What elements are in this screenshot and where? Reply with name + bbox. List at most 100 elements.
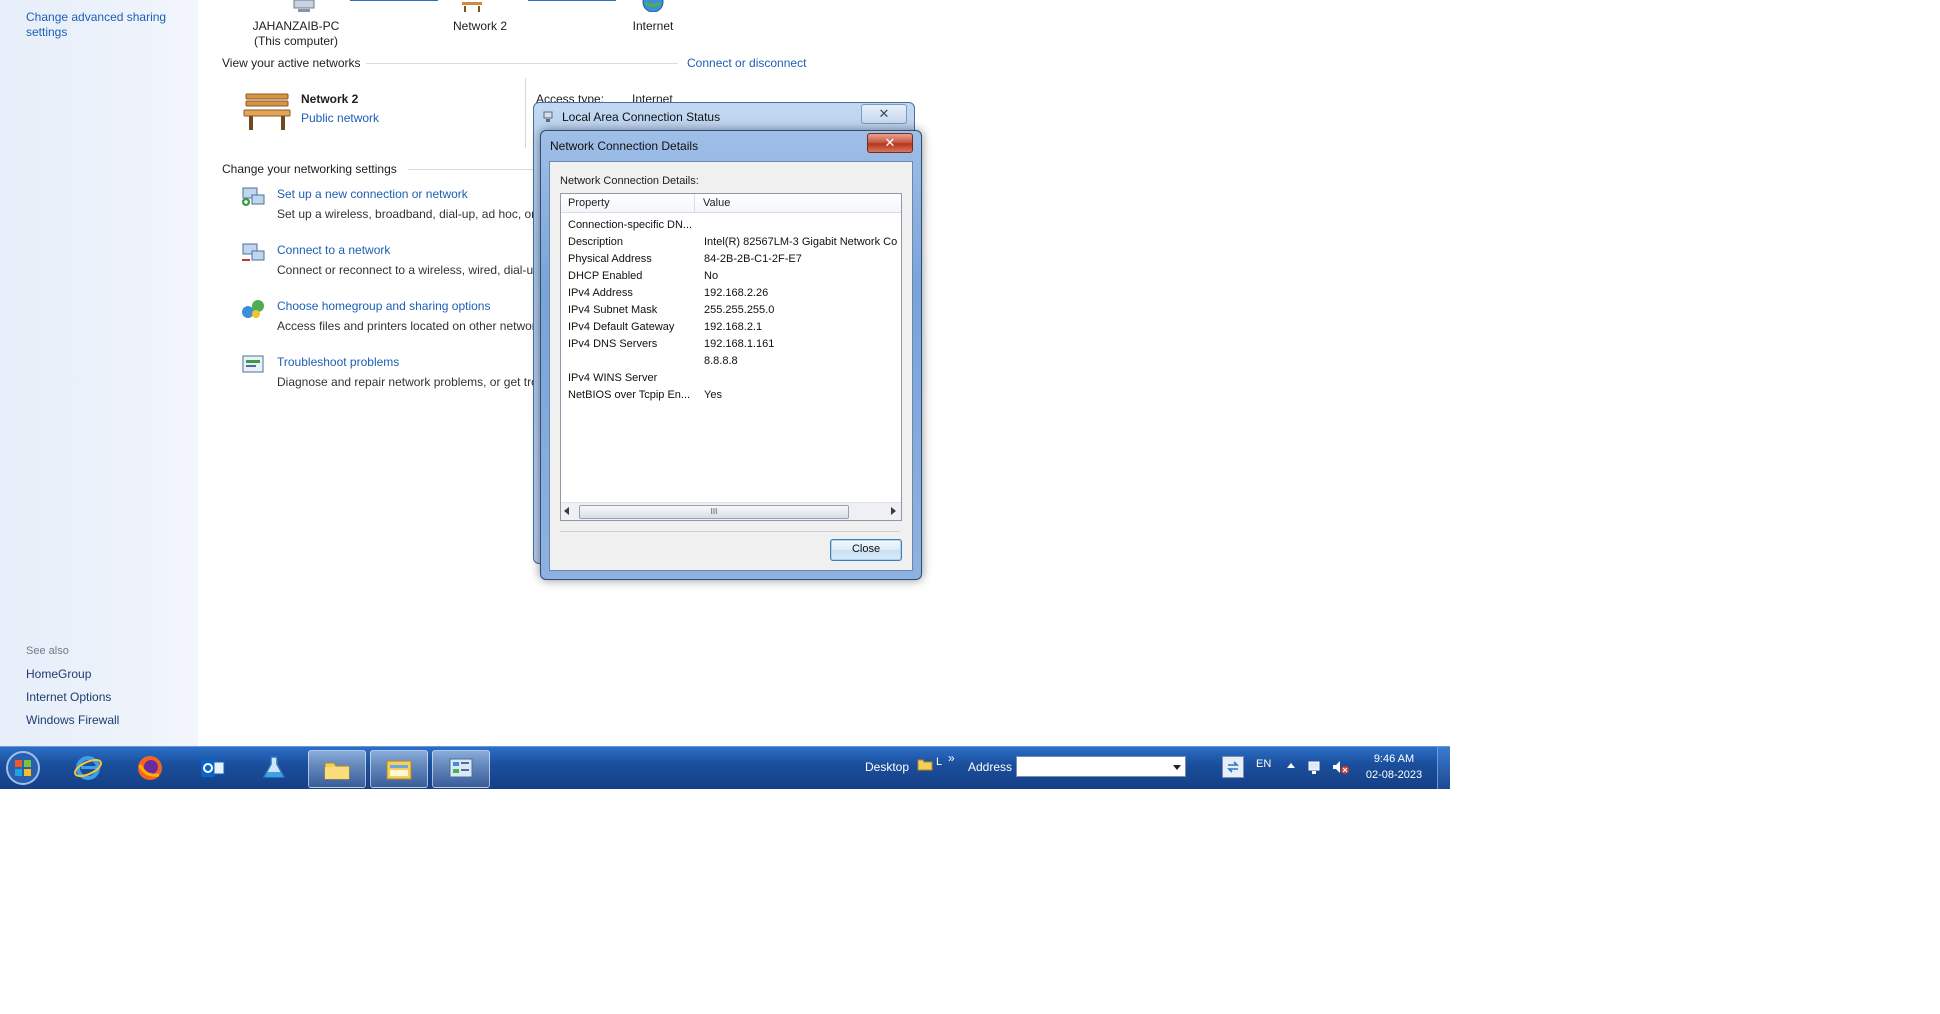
row-property: IPv4 Address: [568, 287, 633, 299]
advanced-sharing-line1: Change advanced sharing: [26, 10, 167, 24]
homegroup-sharing-desc: Access files and printers located on oth…: [277, 319, 536, 333]
advanced-sharing-line2: settings: [26, 25, 68, 39]
taskbar-flask-app[interactable]: [246, 750, 302, 786]
column-header-property[interactable]: Property: [568, 197, 610, 209]
details-window-client-area: Network Connection Details: Property Val…: [549, 161, 913, 571]
see-also-homegroup-link[interactable]: HomeGroup: [26, 667, 91, 681]
table-row[interactable]: IPv4 WINS Server: [568, 372, 704, 384]
connect-or-disconnect-link[interactable]: Connect or disconnect: [687, 56, 806, 70]
horizontal-scrollbar[interactable]: III: [561, 502, 901, 520]
connect-network-icon: [240, 242, 266, 264]
networking-settings-heading: Change your networking settings: [222, 162, 397, 176]
table-row[interactable]: 8.8.8.8: [568, 355, 738, 367]
row-property: IPv4 WINS Server: [568, 372, 658, 384]
show-desktop-button[interactable]: [1437, 747, 1450, 789]
active-network-name: Network 2: [301, 92, 359, 106]
connect-to-network-desc: Connect or reconnect to a wireless, wire…: [277, 263, 534, 277]
see-also-internet-options-link[interactable]: Internet Options: [26, 690, 111, 704]
row-value: 192.168.2.1: [704, 321, 763, 333]
status-window-close-button[interactable]: ✕: [861, 104, 907, 124]
table-row[interactable]: IPv4 Address 192.168.2.26: [568, 287, 768, 299]
homegroup-icon: [240, 298, 266, 320]
windows-orb-icon: [6, 751, 40, 785]
column-separator[interactable]: [694, 194, 695, 212]
connect-to-network-link[interactable]: Connect to a network: [277, 243, 390, 257]
row-value: 192.168.2.26: [704, 287, 769, 299]
scroll-left-icon[interactable]: [564, 507, 569, 515]
table-row[interactable]: Physical Address 84-2B-2B-C1-2F-E7: [568, 253, 802, 265]
table-row[interactable]: IPv4 Subnet Mask 255.255.255.0: [568, 304, 774, 316]
bench-network-icon: [242, 88, 292, 132]
scroll-thumb[interactable]: III: [579, 505, 849, 519]
computer-label: JAHANZAIB-PC (This computer): [236, 19, 356, 49]
taskbar-control-panel[interactable]: [432, 750, 490, 788]
details-window-close-icon[interactable]: ✕: [867, 133, 913, 153]
setup-connection-link[interactable]: Set up a new connection or network: [277, 187, 468, 201]
firefox-icon: [138, 756, 162, 780]
address-go-button[interactable]: [1222, 756, 1244, 778]
listview-header: Property Value: [561, 194, 901, 213]
change-advanced-sharing-link[interactable]: Change advanced sharing settings: [26, 10, 196, 40]
toolbar-chevron-icon[interactable]: »: [948, 751, 955, 765]
taskbar-outlook[interactable]: [184, 750, 240, 786]
taskbar-firefox[interactable]: [122, 750, 178, 786]
taskbar-file-explorer[interactable]: [370, 750, 428, 788]
computer-subtitle: (This computer): [253, 34, 339, 48]
map-network-label: Network 2: [452, 19, 508, 33]
clock-date: 02-08-2023: [1365, 769, 1423, 781]
row-property: Description: [568, 236, 624, 248]
table-row[interactable]: IPv4 Default Gateway 192.168.2.1: [568, 321, 762, 333]
table-row[interactable]: Description Intel(R) 82567LM-3 Gigabit Ne…: [568, 236, 898, 248]
start-button[interactable]: [0, 750, 46, 786]
desktop-toolbar-label[interactable]: Desktop: [865, 760, 909, 774]
lab-flask-icon: [262, 756, 286, 778]
new-connection-icon: [240, 186, 266, 208]
table-row[interactable]: DHCP Enabled No: [568, 270, 718, 282]
troubleshoot-link[interactable]: Troubleshoot problems: [277, 355, 399, 369]
table-row[interactable]: Connection-specific DN...: [568, 219, 692, 231]
network-tray-icon[interactable]: [1307, 759, 1323, 775]
taskbar-internet-explorer[interactable]: [60, 750, 116, 786]
table-row[interactable]: NetBIOS over Tcpip En... Yes: [568, 389, 722, 401]
homegroup-sharing-link[interactable]: Choose homegroup and sharing options: [277, 299, 490, 313]
see-also-windows-firewall-link[interactable]: Windows Firewall: [26, 713, 119, 727]
status-window-title: Local Area Connection Status: [562, 110, 721, 124]
language-indicator[interactable]: EN: [1256, 758, 1271, 770]
row-value: Intel(R) 82567LM-3 Gigabit Network Conn: [704, 236, 897, 248]
row-property: Physical Address: [568, 253, 652, 265]
row-property: IPv4 Subnet Mask: [568, 304, 658, 316]
row-value: No: [704, 270, 719, 282]
scroll-right-icon[interactable]: [891, 507, 896, 515]
file-explorer-icon: [386, 760, 412, 780]
taskbar-folder[interactable]: [308, 750, 366, 788]
dialog-separator: [560, 531, 900, 532]
system-clock[interactable]: 9:46 AM 02-08-2023: [1360, 751, 1428, 783]
row-value: 192.168.1.161: [704, 338, 775, 350]
volume-muted-icon[interactable]: [1331, 759, 1349, 775]
address-toolbar-label: Address: [968, 760, 1013, 774]
setup-connection-desc: Set up a wireless, broadband, dial-up, a…: [277, 207, 536, 221]
map-connector-line: [350, 0, 438, 1]
close-button[interactable]: Close: [830, 539, 902, 561]
see-also-heading: See also: [26, 645, 69, 657]
row-value: 8.8.8.8: [704, 355, 738, 367]
row-property: Connection-specific DN...: [568, 219, 693, 231]
details-group-label: Network Connection Details:: [560, 175, 699, 187]
bench-network-icon-small: [460, 0, 484, 12]
table-row[interactable]: IPv4 DNS Servers 192.168.1.161: [568, 338, 774, 350]
row-property: DHCP Enabled: [568, 270, 643, 282]
network-type-link[interactable]: Public network: [301, 111, 379, 125]
map-internet-label: Internet: [632, 19, 674, 33]
address-dropdown-icon[interactable]: [1173, 765, 1181, 770]
row-value: Yes: [704, 389, 722, 401]
show-hidden-icons-icon[interactable]: [1287, 763, 1295, 768]
column-header-value[interactable]: Value: [703, 197, 730, 209]
details-listview[interactable]: Property Value Connection-specific DN...…: [560, 193, 902, 521]
row-property: IPv4 Default Gateway: [568, 321, 675, 333]
map-connector-line-2: [528, 0, 616, 1]
address-input[interactable]: [1016, 756, 1186, 777]
control-panel-icon: [449, 758, 473, 778]
outlook-icon: [201, 759, 225, 777]
desktop-folder-icon[interactable]: [917, 757, 933, 771]
active-networks-divider: [366, 63, 678, 64]
